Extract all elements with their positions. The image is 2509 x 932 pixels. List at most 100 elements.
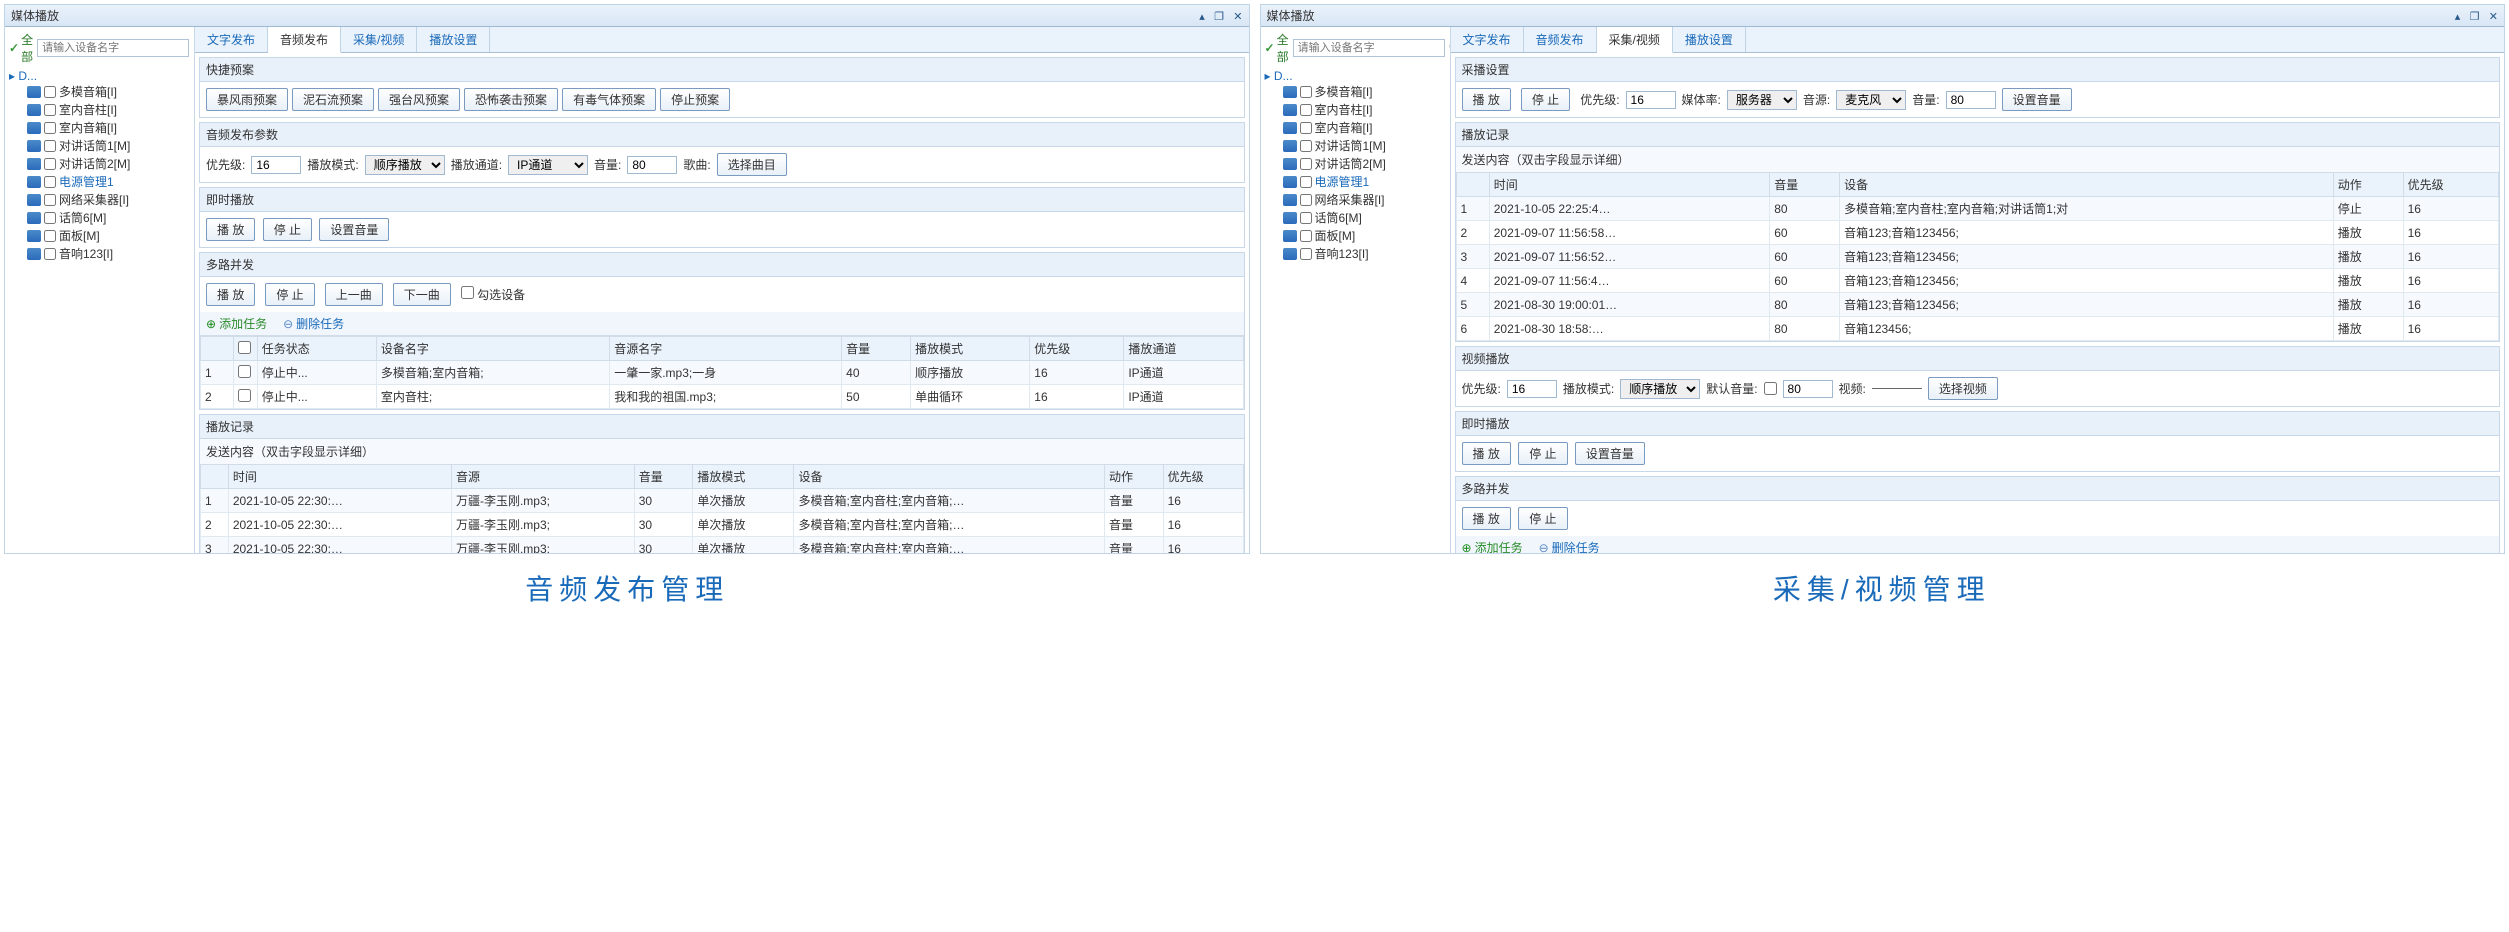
device-tree-item[interactable]: 音响123[I]: [1265, 245, 1446, 263]
table-row[interactable]: 2停止中...室内音柱;我和我的祖国.mp3;50单曲循环16IP通道: [201, 385, 1244, 409]
close-icon[interactable]: ✕: [2489, 11, 2498, 23]
device-check[interactable]: [44, 176, 56, 188]
quick-plan-button[interactable]: 暴风雨预案: [206, 88, 288, 111]
device-search-input[interactable]: [37, 39, 189, 57]
set-volume-button[interactable]: 设置音量: [2002, 88, 2072, 111]
media-rate-select[interactable]: 服务器: [1727, 90, 1797, 110]
device-check[interactable]: [1300, 248, 1312, 260]
play-button[interactable]: 播 放: [206, 218, 255, 241]
volume-input[interactable]: [1946, 91, 1996, 109]
device-check[interactable]: [1300, 86, 1312, 98]
set-volume-button[interactable]: 设置音量: [1575, 442, 1645, 465]
quick-plan-button[interactable]: 泥石流预案: [292, 88, 374, 111]
delete-task-button[interactable]: 删除任务: [283, 315, 344, 332]
device-check[interactable]: [44, 212, 56, 224]
table-row[interactable]: 32021-09-07 11:56:52…60音箱123;音箱123456;播放…: [1456, 245, 2499, 269]
quick-plan-button[interactable]: 有毒气体预案: [562, 88, 656, 111]
device-tree-item[interactable]: 室内音箱[I]: [9, 119, 190, 137]
pick-video-button[interactable]: 选择视频: [1928, 377, 1998, 400]
table-row[interactable]: 42021-09-07 11:56:4…60音箱123;音箱123456;播放1…: [1456, 269, 2499, 293]
quick-plan-button[interactable]: 强台风预案: [378, 88, 460, 111]
set-volume-button[interactable]: 设置音量: [319, 218, 389, 241]
device-search-input[interactable]: [1293, 39, 1445, 57]
play-button[interactable]: 播 放: [1462, 88, 1511, 111]
device-tree-item[interactable]: 电源管理1: [1265, 173, 1446, 191]
device-check[interactable]: [1300, 212, 1312, 224]
play-button[interactable]: 播 放: [1462, 442, 1511, 465]
video-playmode-select[interactable]: 顺序播放: [1620, 379, 1700, 399]
device-check[interactable]: [44, 104, 56, 116]
device-tree-item[interactable]: 对讲话筒1[M]: [1265, 137, 1446, 155]
tab-2[interactable]: 采集/视频: [1597, 27, 1673, 53]
device-tree-item[interactable]: 室内音柱[I]: [9, 101, 190, 119]
multi-stop-button[interactable]: 停 止: [1518, 507, 1567, 530]
check-devices-toggle[interactable]: 勾选设备: [461, 286, 525, 303]
table-row[interactable]: 12021-10-05 22:25:4…80多模音箱;室内音柱;室内音箱;对讲话…: [1456, 197, 2499, 221]
multi-stop-button[interactable]: 停 止: [265, 283, 314, 306]
device-tree-item[interactable]: 室内音柱[I]: [1265, 101, 1446, 119]
table-row[interactable]: 22021-10-05 22:30:…万疆-李玉刚.mp3;30单次播放多模音箱…: [201, 513, 1244, 537]
device-check[interactable]: [44, 140, 56, 152]
device-check[interactable]: [1300, 104, 1312, 116]
device-check[interactable]: [1300, 176, 1312, 188]
default-volume-input[interactable]: [1783, 380, 1833, 398]
device-tree-item[interactable]: 网络采集器[I]: [9, 191, 190, 209]
table-row[interactable]: 62021-08-30 18:58:…80音箱123456;播放16: [1456, 317, 2499, 341]
restore-icon[interactable]: ❐: [1214, 11, 1224, 23]
device-tree-item[interactable]: 多模音箱[I]: [1265, 83, 1446, 101]
device-tree-item[interactable]: 音响123[I]: [9, 245, 190, 263]
audio-source-select[interactable]: 麦克风: [1836, 90, 1906, 110]
device-tree-item[interactable]: 室内音箱[I]: [1265, 119, 1446, 137]
table-row[interactable]: 22021-09-07 11:56:58…60音箱123;音箱123456;播放…: [1456, 221, 2499, 245]
device-check[interactable]: [44, 230, 56, 242]
select-all-toggle[interactable]: 全部: [1265, 31, 1289, 65]
stop-button[interactable]: 停 止: [263, 218, 312, 241]
device-check[interactable]: [44, 248, 56, 260]
volume-input[interactable]: [627, 156, 677, 174]
tree-root[interactable]: ▸ D...: [1265, 69, 1446, 83]
tab-3[interactable]: 播放设置: [1673, 27, 1746, 52]
multi-play-button[interactable]: 播 放: [1462, 507, 1511, 530]
stop-button[interactable]: 停 止: [1518, 442, 1567, 465]
tab-0[interactable]: 文字发布: [1451, 27, 1524, 52]
device-check[interactable]: [1300, 122, 1312, 134]
device-check[interactable]: [44, 122, 56, 134]
delete-task-button[interactable]: 删除任务: [1539, 539, 1600, 553]
pick-song-button[interactable]: 选择曲目: [717, 153, 787, 176]
default-volume-check[interactable]: [1764, 382, 1777, 395]
device-tree-item[interactable]: 对讲话筒1[M]: [9, 137, 190, 155]
device-check[interactable]: [1300, 194, 1312, 206]
add-task-button[interactable]: 添加任务: [206, 315, 267, 332]
device-check[interactable]: [1300, 158, 1312, 170]
select-all-toggle[interactable]: 全部: [9, 31, 33, 65]
priority-input[interactable]: [251, 156, 301, 174]
multi-play-button[interactable]: 播 放: [206, 283, 255, 306]
tab-1[interactable]: 音频发布: [268, 27, 341, 53]
playmode-select[interactable]: 顺序播放: [365, 155, 445, 175]
device-tree-item[interactable]: 对讲话筒2[M]: [1265, 155, 1446, 173]
tree-root[interactable]: ▸ D...: [9, 69, 190, 83]
tab-0[interactable]: 文字发布: [195, 27, 268, 52]
tab-1[interactable]: 音频发布: [1524, 27, 1597, 52]
device-tree-item[interactable]: 面板[M]: [9, 227, 190, 245]
priority-input[interactable]: [1626, 91, 1676, 109]
collapse-icon[interactable]: ▴: [1199, 11, 1205, 23]
tab-2[interactable]: 采集/视频: [341, 27, 417, 52]
restore-icon[interactable]: ❐: [2470, 11, 2480, 23]
collapse-icon[interactable]: ▴: [2455, 11, 2461, 23]
device-check[interactable]: [44, 86, 56, 98]
quick-plan-button[interactable]: 恐怖袭击预案: [464, 88, 558, 111]
video-priority-input[interactable]: [1507, 380, 1557, 398]
channel-select[interactable]: IP通道: [508, 155, 588, 175]
tab-3[interactable]: 播放设置: [417, 27, 490, 52]
table-row[interactable]: 1停止中...多模音箱;室内音箱;一肇一家.mp3;一身40顺序播放16IP通道: [201, 361, 1244, 385]
add-task-button[interactable]: 添加任务: [1462, 539, 1523, 553]
device-tree-item[interactable]: 网络采集器[I]: [1265, 191, 1446, 209]
device-tree-item[interactable]: 面板[M]: [1265, 227, 1446, 245]
device-tree-item[interactable]: 多模音箱[I]: [9, 83, 190, 101]
table-row[interactable]: 32021-10-05 22:30:…万疆-李玉刚.mp3;30单次播放多模音箱…: [201, 537, 1244, 554]
device-tree-item[interactable]: 话筒6[M]: [1265, 209, 1446, 227]
next-track-button[interactable]: 下一曲: [393, 283, 451, 306]
device-check[interactable]: [44, 194, 56, 206]
device-check[interactable]: [44, 158, 56, 170]
